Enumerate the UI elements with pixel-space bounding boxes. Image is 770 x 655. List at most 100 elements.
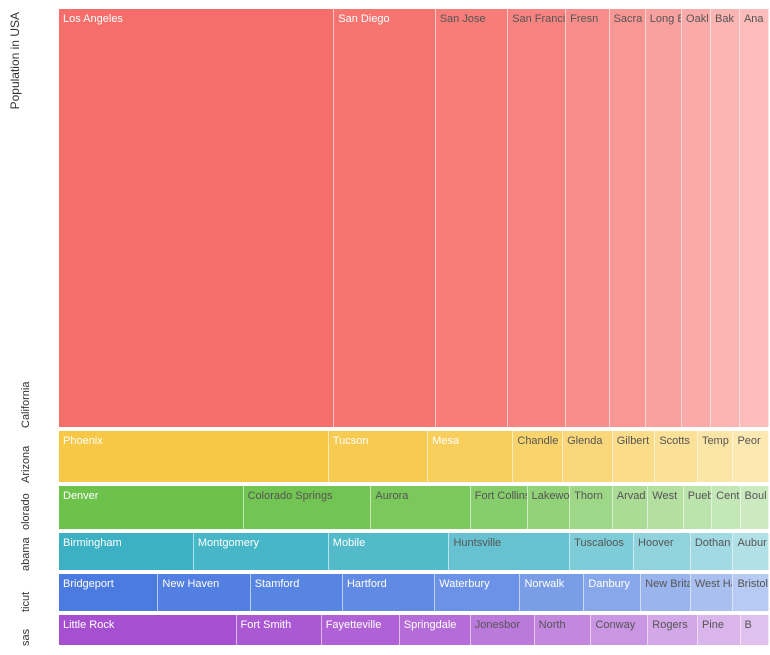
city-cell[interactable]: Danbury — [584, 574, 641, 611]
city-label: Los Angeles — [63, 13, 123, 25]
city-cell[interactable]: San Jose — [436, 9, 508, 427]
city-cell[interactable]: Aubur — [733, 533, 769, 570]
city-cell[interactable]: Bak — [711, 9, 740, 427]
city-cell[interactable]: Chandle — [513, 431, 563, 481]
city-label: Peor — [737, 435, 760, 447]
state-row-connecticut[interactable]: Bridgeport New Haven Stamford HartfordWater… — [58, 573, 770, 612]
city-cell[interactable]: Mesa — [428, 431, 513, 481]
city-cell[interactable]: North — [535, 615, 592, 645]
city-cell[interactable]: Fort Collins — [471, 486, 528, 530]
city-cell[interactable]: Mobile — [329, 533, 450, 570]
city-label: Huntsville — [453, 537, 501, 549]
city-cell[interactable]: Ana — [740, 9, 769, 427]
city-label: New Haven — [162, 578, 219, 590]
city-cell[interactable]: Tucson — [329, 431, 428, 481]
city-cell[interactable]: Cent — [712, 486, 740, 530]
city-label: Tuscaloos — [574, 537, 624, 549]
city-label: San Jose — [440, 13, 486, 25]
city-cell[interactable]: Puebl — [684, 486, 712, 530]
city-cell[interactable]: Tuscaloos — [570, 533, 634, 570]
city-cell[interactable]: West Hartfor — [691, 574, 734, 611]
city-cell[interactable]: Springdale — [400, 615, 471, 645]
city-cell[interactable]: Jonesbor — [471, 615, 535, 645]
city-cell[interactable]: New Haven — [158, 574, 250, 611]
city-label: Gilbert — [617, 435, 649, 447]
city-cell[interactable]: Arvad — [613, 486, 649, 530]
city-cell[interactable]: Denver — [59, 486, 244, 530]
state-row-alabama[interactable]: Birmingham Montgomery Mobile Huntsville Tusc… — [58, 532, 770, 571]
city-cell[interactable]: Conway — [591, 615, 648, 645]
state-row-colorado[interactable]: Denver Colorado Springs Aurora Fort Collins… — [58, 485, 770, 531]
city-label: Thorn — [574, 490, 603, 502]
city-cell[interactable]: Fresn — [566, 9, 609, 427]
city-label: Stamford — [255, 578, 300, 590]
city-label: Bridgeport — [63, 578, 114, 590]
city-cell[interactable]: B — [741, 615, 769, 645]
city-label: San Francisco — [512, 13, 566, 25]
city-cell[interactable]: Long Beach — [646, 9, 682, 427]
city-cell[interactable]: West — [648, 486, 684, 530]
city-label: Chandle — [517, 435, 558, 447]
city-cell[interactable]: Thorn — [570, 486, 613, 530]
city-label: Colorado Springs — [248, 490, 333, 502]
row-labels-container: CaliforniaArizonaoloradoabamaticutsas — [20, 0, 56, 655]
city-cell[interactable]: Hoover — [634, 533, 691, 570]
state-row-arizona[interactable]: Phoenix Tucson Mesa Chandle Glenda Gilbert Sco… — [58, 430, 770, 482]
city-label: Phoenix — [63, 435, 103, 447]
city-cell[interactable]: Aurora — [371, 486, 470, 530]
city-label: Fayetteville — [326, 619, 382, 631]
city-label: Temp — [702, 435, 729, 447]
city-cell[interactable]: Birmingham — [59, 533, 194, 570]
city-cell[interactable]: Rogers — [648, 615, 698, 645]
city-label: Lakewo — [532, 490, 570, 502]
city-label: Aurora — [375, 490, 408, 502]
city-label: West — [652, 490, 677, 502]
state-row-arkansas[interactable]: Little RockFort Smith Fayetteville Springd… — [58, 614, 770, 646]
city-cell[interactable]: Sacra — [610, 9, 646, 427]
city-label: North — [539, 619, 566, 631]
city-cell[interactable]: Scotts — [655, 431, 698, 481]
plot-area: Los Angeles San Diego San Jose San Francisc… — [58, 8, 770, 648]
city-label: Montgomery — [198, 537, 259, 549]
city-cell[interactable]: Little Rock — [59, 615, 237, 645]
city-cell[interactable]: Gilbert — [613, 431, 656, 481]
city-cell[interactable]: Bristol — [733, 574, 769, 611]
city-cell[interactable]: Glenda — [563, 431, 613, 481]
city-cell[interactable]: Boul — [741, 486, 769, 530]
city-cell[interactable]: Los Angeles — [59, 9, 334, 427]
city-cell[interactable]: Huntsville — [449, 533, 570, 570]
city-cell[interactable]: Fayetteville — [322, 615, 400, 645]
city-cell[interactable]: New Britain — [641, 574, 691, 611]
state-label-connecticut: ticut — [20, 573, 32, 612]
city-cell[interactable]: Norwalk — [520, 574, 584, 611]
city-label: Ana — [744, 13, 764, 25]
city-label: Mesa — [432, 435, 459, 447]
city-cell[interactable]: Colorado Springs — [244, 486, 372, 530]
city-cell[interactable]: Lakewo — [528, 486, 571, 530]
city-label: Danbury — [588, 578, 630, 590]
state-label-colorado: olorado — [20, 485, 32, 531]
city-cell[interactable]: Pine — [698, 615, 741, 645]
city-cell[interactable]: Temp — [698, 431, 734, 481]
city-cell[interactable]: Bridgeport — [59, 574, 158, 611]
city-cell[interactable]: Hartford — [343, 574, 435, 611]
city-cell[interactable]: Oakl — [682, 9, 711, 427]
city-label: Bak — [715, 13, 734, 25]
city-cell[interactable]: Waterbury — [435, 574, 520, 611]
city-cell[interactable]: San Francisco — [508, 9, 566, 427]
state-row-california[interactable]: Los Angeles San Diego San Jose San Francisc… — [58, 8, 770, 428]
state-label-alabama: abama — [20, 532, 32, 571]
city-label: Mobile — [333, 537, 365, 549]
city-label: Springdale — [404, 619, 457, 631]
city-cell[interactable]: San Diego — [334, 9, 435, 427]
city-label: San Diego — [338, 13, 389, 25]
city-cell[interactable]: Phoenix — [59, 431, 329, 481]
city-cell[interactable]: Peor — [733, 431, 769, 481]
city-cell[interactable]: Stamford — [251, 574, 343, 611]
city-cell[interactable]: Montgomery — [194, 533, 329, 570]
city-label: Conway — [595, 619, 635, 631]
city-label: Jonesbor — [475, 619, 520, 631]
city-cell[interactable]: Fort Smith — [237, 615, 322, 645]
city-cell[interactable]: Dothan — [691, 533, 734, 570]
city-label: Hoover — [638, 537, 673, 549]
